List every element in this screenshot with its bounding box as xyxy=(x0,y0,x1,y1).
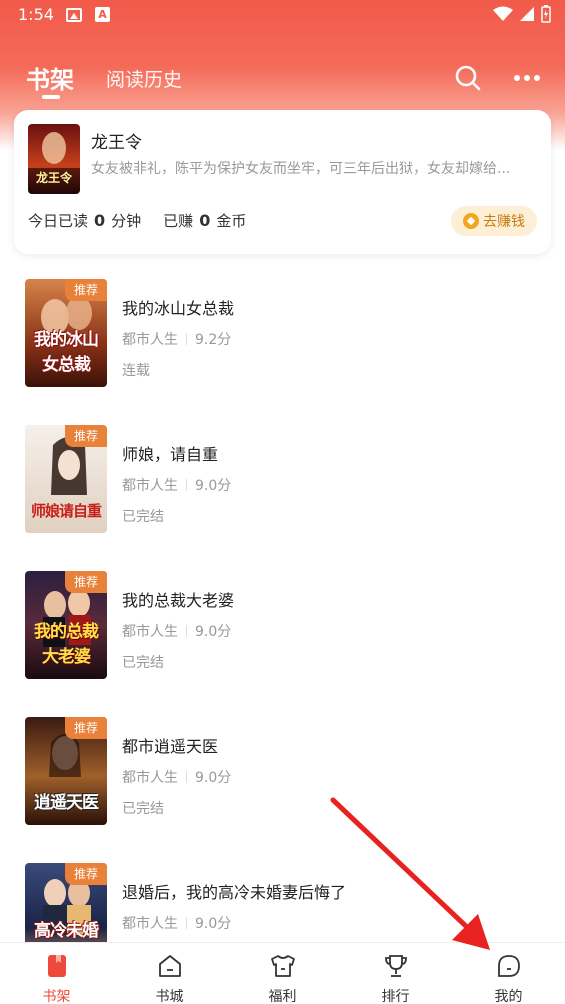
read-minutes-unit: 分钟 xyxy=(111,212,142,230)
book-status: 已完结 xyxy=(122,509,164,525)
list-item[interactable]: 推荐 逍遥天医 都市逍遥天医 都市人生 9.0分 已完结 xyxy=(0,717,565,837)
book-genre: 都市人生 xyxy=(122,770,178,786)
book-title: 我的冰山女总裁 xyxy=(122,299,235,318)
recommend-badge: 推荐 xyxy=(65,717,107,739)
book-meta: 都市人生 9.0分 xyxy=(122,621,231,641)
meta-divider xyxy=(186,917,187,929)
tab-bookshelf[interactable]: 书架 xyxy=(26,60,74,95)
book-title: 师娘，请自重 xyxy=(122,445,219,464)
earned-coins-unit: 金币 xyxy=(216,212,247,230)
nav-label: 我的 xyxy=(494,989,523,1004)
reading-stats: 今日已读 0 分钟 已赚 0 金币 xyxy=(28,210,246,231)
meta-divider xyxy=(186,771,187,783)
book-meta: 都市人生 9.0分 xyxy=(122,913,231,933)
list-item[interactable]: 推荐 高冷未婚 退婚后，我的高冷未婚妻后悔了 都市人生 9.0分 xyxy=(0,863,565,942)
recent-book-cover[interactable]: 龙王令 xyxy=(28,124,80,194)
recent-book-description: 女友被非礼，陈平为保护女友而坐牢，可三年后出狱，女友却嫁给... xyxy=(91,161,511,177)
book-cover[interactable]: 推荐 逍遥天医 xyxy=(25,717,107,825)
recent-cover-text: 龙王令 xyxy=(35,171,72,185)
book-cover[interactable]: 推荐 高冷未婚 xyxy=(25,863,107,942)
read-minutes-value: 0 xyxy=(94,211,106,230)
earned-label: 已赚 xyxy=(163,212,194,230)
active-tab-indicator xyxy=(42,95,60,99)
nav-profile[interactable]: 我的 xyxy=(452,943,565,1004)
profile-icon xyxy=(497,955,520,977)
list-item[interactable]: 推荐 师娘请自重 师娘，请自重 都市人生 9.0分 已完结 xyxy=(0,425,565,545)
nav-bookshelf[interactable]: 书架 xyxy=(0,943,113,1004)
book-score: 9.2分 xyxy=(195,332,232,348)
earned-coins-value: 0 xyxy=(199,211,211,230)
coin-icon xyxy=(463,213,479,229)
recent-reading-card[interactable]: 龙王令 龙王令 女友被非礼，陈平为保护女友而坐牢，可三年后出狱，女友却嫁给...… xyxy=(14,110,551,254)
wifi-icon xyxy=(493,6,513,21)
recent-book-title: 龙王令 xyxy=(91,133,142,153)
list-item[interactable]: 推荐 我的总裁大老婆 我的总裁大老婆 都市人生 9.0分 已完结 xyxy=(0,571,565,691)
battery-icon xyxy=(541,5,551,23)
earn-money-label: 去赚钱 xyxy=(483,214,525,230)
meta-divider xyxy=(186,479,187,491)
cover-title-text: 我的冰山女总裁 xyxy=(34,330,99,375)
top-tabs: 书架 阅读历史 xyxy=(0,58,565,102)
welfare-icon xyxy=(270,955,295,977)
book-status: 已完结 xyxy=(122,655,164,671)
recommend-badge: 推荐 xyxy=(65,425,107,447)
book-score: 9.0分 xyxy=(195,478,232,494)
book-status: 连载 xyxy=(122,363,150,379)
status-indicators xyxy=(493,5,551,23)
book-meta: 都市人生 9.0分 xyxy=(122,475,231,495)
book-meta: 都市人生 9.0分 xyxy=(122,767,231,787)
book-cover[interactable]: 推荐 我的总裁大老婆 xyxy=(25,571,107,679)
earn-money-button[interactable]: 去赚钱 xyxy=(451,206,537,236)
book-score: 9.0分 xyxy=(195,770,232,786)
bottom-navigation: 书架 书城 福利 排行 我的 xyxy=(0,942,565,1004)
recommend-badge: 推荐 xyxy=(65,279,107,301)
book-cover[interactable]: 推荐 我的冰山女总裁 xyxy=(25,279,107,387)
recommend-badge: 推荐 xyxy=(65,863,107,885)
book-score: 9.0分 xyxy=(195,916,232,932)
list-item[interactable]: 推荐 我的冰山女总裁 我的冰山女总裁 都市人生 9.2分 连载 xyxy=(0,279,565,399)
nav-label: 福利 xyxy=(268,989,297,1004)
recommend-badge: 推荐 xyxy=(65,571,107,593)
book-genre: 都市人生 xyxy=(122,478,178,494)
signal-icon xyxy=(520,7,534,21)
status-time: 1:54 xyxy=(18,5,54,24)
bookstore-icon xyxy=(158,955,181,977)
nav-label: 书城 xyxy=(155,989,184,1004)
meta-divider xyxy=(186,333,187,345)
cover-title-text: 逍遥天医 xyxy=(34,793,99,813)
cover-title-text: 高冷未婚 xyxy=(34,921,99,941)
nav-ranking[interactable]: 排行 xyxy=(339,943,452,1004)
book-genre: 都市人生 xyxy=(122,332,178,348)
book-status: 已完结 xyxy=(122,801,164,817)
book-genre: 都市人生 xyxy=(122,624,178,640)
book-title: 我的总裁大老婆 xyxy=(122,591,235,610)
read-today-label: 今日已读 xyxy=(28,212,89,230)
nav-label: 排行 xyxy=(381,989,410,1004)
book-cover[interactable]: 推荐 师娘请自重 xyxy=(25,425,107,533)
more-options-icon[interactable] xyxy=(512,68,542,88)
nav-welfare[interactable]: 福利 xyxy=(226,943,339,1004)
meta-divider xyxy=(186,625,187,637)
book-meta: 都市人生 9.2分 xyxy=(122,329,231,349)
nav-bookstore[interactable]: 书城 xyxy=(113,943,226,1004)
cover-title-text: 我的总裁大老婆 xyxy=(34,622,99,667)
book-title: 退婚后，我的高冷未婚妻后悔了 xyxy=(122,883,347,902)
book-genre: 都市人生 xyxy=(122,916,178,932)
search-icon[interactable] xyxy=(454,64,482,92)
status-bar: 1:54 A xyxy=(0,0,565,32)
book-title: 都市逍遥天医 xyxy=(122,737,219,756)
cover-title-text: 师娘请自重 xyxy=(30,502,102,520)
tab-reading-history[interactable]: 阅读历史 xyxy=(106,65,182,92)
bookshelf-icon xyxy=(47,955,66,977)
image-notification-icon xyxy=(66,8,82,22)
a-notification-icon: A xyxy=(95,7,110,22)
book-score: 9.0分 xyxy=(195,624,232,640)
nav-label: 书架 xyxy=(42,989,71,1004)
trophy-icon xyxy=(384,955,407,977)
